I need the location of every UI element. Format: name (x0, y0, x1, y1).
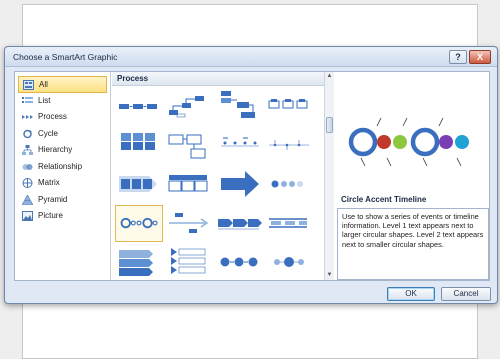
gallery-scrollbar[interactable]: ▲ ▼ (324, 72, 334, 280)
category-label: Hierarchy (38, 145, 73, 154)
gallery-grid (112, 86, 323, 282)
details-panel: Circle Accent Timeline Use to show a ser… (335, 72, 491, 280)
dialog-content: All List Process Cycle Hierarchy Relatio… (14, 71, 490, 281)
category-cycle[interactable]: Cycle (18, 126, 107, 143)
list-icon (22, 96, 33, 103)
layout-thumbnail[interactable] (115, 166, 163, 203)
scroll-up-icon[interactable]: ▲ (326, 73, 333, 80)
cancel-button[interactable]: Cancel (441, 287, 491, 301)
layout-thumbnail[interactable] (215, 88, 263, 125)
layout-gallery: Process ▲ ▼ (112, 72, 334, 280)
gallery-heading: Process (112, 72, 334, 86)
category-matrix[interactable]: Matrix (18, 175, 107, 192)
layout-thumbnail[interactable] (115, 127, 163, 164)
layout-thumbnail[interactable] (215, 127, 263, 164)
category-label: Matrix (38, 178, 60, 187)
layout-thumbnail[interactable] (265, 127, 313, 164)
layout-thumbnail[interactable] (215, 205, 263, 242)
category-label: Cycle (38, 128, 59, 138)
category-list: All List Process Cycle Hierarchy Relatio… (15, 72, 111, 280)
category-label: All (39, 80, 48, 89)
category-hierarchy[interactable]: Hierarchy (18, 142, 107, 159)
matrix-icon (22, 178, 33, 188)
hierarchy-icon (22, 145, 33, 155)
layout-thumbnail[interactable] (165, 127, 213, 164)
category-relationship[interactable]: Relationship (18, 159, 107, 176)
category-label: List (38, 95, 51, 105)
category-label: Process (38, 112, 67, 121)
layout-thumbnail[interactable] (165, 205, 213, 242)
layout-thumbnail[interactable] (265, 166, 313, 203)
cycle-icon (23, 129, 32, 138)
category-picture[interactable]: Picture (18, 208, 107, 225)
category-label: Relationship (38, 161, 83, 171)
relationship-icon (22, 163, 33, 170)
layout-preview-image (348, 117, 469, 167)
all-icon (23, 80, 34, 90)
picture-icon (22, 211, 33, 221)
category-process[interactable]: Process (18, 109, 107, 126)
layout-thumbnail[interactable] (215, 166, 263, 203)
layout-description: Use to show a series of events or timeli… (337, 208, 489, 280)
help-button[interactable]: ? (449, 50, 467, 64)
layout-thumbnail[interactable] (165, 244, 213, 281)
layout-thumbnail[interactable] (115, 244, 163, 281)
layout-thumbnail[interactable] (265, 88, 313, 125)
layout-thumbnail-circle-accent-timeline[interactable] (115, 205, 163, 242)
layout-thumbnail[interactable] (265, 205, 313, 242)
category-all[interactable]: All (18, 76, 107, 93)
layout-thumbnail[interactable] (115, 88, 163, 125)
category-pyramid[interactable]: Pyramid (18, 192, 107, 209)
ok-button[interactable]: OK (387, 287, 435, 301)
close-button[interactable]: X (469, 50, 491, 64)
layout-thumbnail[interactable] (165, 88, 213, 125)
dialog-title: Choose a SmartArt Graphic (13, 52, 118, 62)
dialog-titlebar: Choose a SmartArt Graphic ? X (5, 47, 497, 67)
category-label: Picture (38, 211, 63, 220)
layout-thumbnail[interactable] (165, 166, 213, 203)
process-icon (22, 115, 33, 119)
layout-thumbnail[interactable] (265, 244, 313, 281)
category-label: Pyramid (38, 194, 68, 204)
pyramid-icon (22, 194, 33, 205)
smartart-dialog: Choose a SmartArt Graphic ? X All List P… (4, 46, 498, 304)
scrollbar-thumb[interactable] (326, 117, 333, 133)
category-list-item[interactable]: List (18, 93, 107, 110)
layout-thumbnail[interactable] (215, 244, 263, 281)
scroll-down-icon[interactable]: ▼ (326, 272, 333, 279)
layout-name: Circle Accent Timeline (341, 195, 427, 204)
